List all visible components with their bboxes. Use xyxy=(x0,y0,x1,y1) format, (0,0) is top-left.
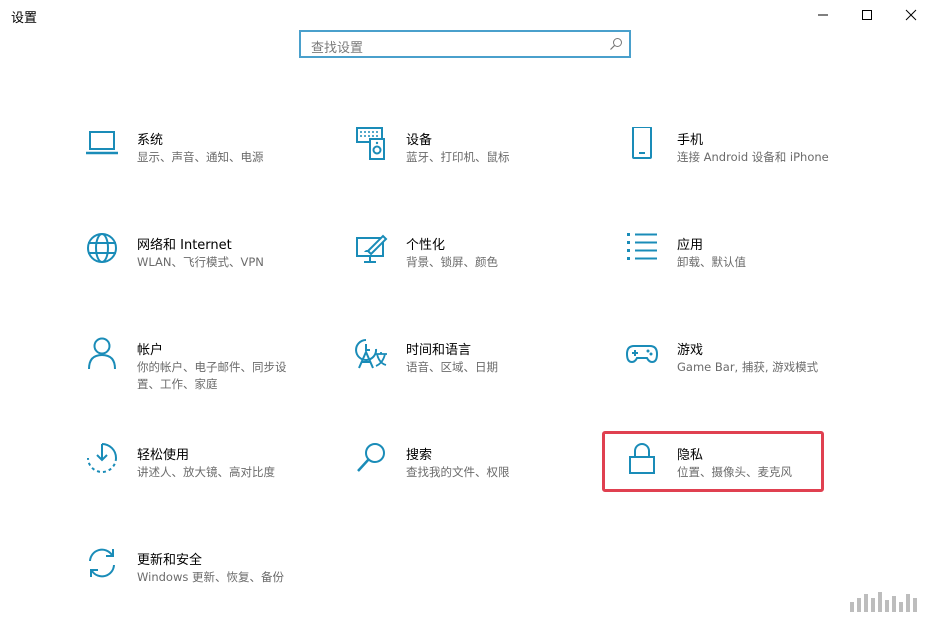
tile-ease-of-access[interactable]: 轻松使用 讲述人、放大镜、高对比度 xyxy=(86,442,326,512)
tile-name: 手机 xyxy=(677,133,704,148)
tile-desc: Game Bar, 捕获, 游戏模式 xyxy=(677,360,819,374)
ease-of-access-icon xyxy=(87,443,117,474)
tile-search[interactable]: 搜索 查找我的文件、权限 xyxy=(355,442,595,512)
tile-name: 更新和安全 xyxy=(137,553,203,568)
tile-desc: 你的帐户、电子邮件、同步设置、工作、家庭 xyxy=(137,360,287,391)
tile-desc: Windows 更新、恢复、备份 xyxy=(137,570,284,584)
personalization-icon xyxy=(356,234,388,263)
tile-desc: 显示、声音、通知、电源 xyxy=(137,150,264,164)
tile-desc: 蓝牙、打印机、鼠标 xyxy=(406,150,510,164)
tile-desc: 连接 Android 设备和 iPhone xyxy=(677,150,829,164)
tile-desc: 卸载、默认值 xyxy=(677,255,746,269)
tile-name: 系统 xyxy=(137,133,164,148)
tile-update-security[interactable]: 更新和安全 Windows 更新、恢复、备份 xyxy=(86,547,326,617)
tile-phone[interactable]: 手机 连接 Android 设备和 iPhone xyxy=(626,127,866,197)
globe-icon xyxy=(87,233,117,263)
tile-devices[interactable]: 设备 蓝牙、打印机、鼠标 xyxy=(355,127,595,197)
magnifier-icon xyxy=(357,443,385,472)
tile-personalization[interactable]: 个性化 背景、锁屏、颜色 xyxy=(355,232,595,302)
tile-apps[interactable]: 应用 卸载、默认值 xyxy=(626,232,866,302)
sync-icon xyxy=(89,548,115,578)
search-placeholder: 查找设置 xyxy=(311,41,364,56)
tile-name: 应用 xyxy=(677,238,704,253)
tile-network[interactable]: 网络和 Internet WLAN、飞行模式、VPN xyxy=(86,232,326,302)
maximize-button[interactable] xyxy=(844,0,890,30)
search-icon xyxy=(610,38,622,50)
close-button[interactable] xyxy=(888,0,931,30)
maximize-icon xyxy=(862,10,872,20)
laptop-icon xyxy=(86,131,118,155)
privacy-highlight-box xyxy=(602,431,824,492)
tile-name: 帐户 xyxy=(137,343,164,358)
tile-desc: 讲述人、放大镜、高对比度 xyxy=(137,465,275,479)
tile-accounts[interactable]: 帐户 你的帐户、电子邮件、同步设置、工作、家庭 xyxy=(86,337,326,407)
tile-time-language[interactable]: 时间和语言 语音、区域、日期 xyxy=(355,337,595,407)
tile-name: 游戏 xyxy=(677,343,704,358)
tile-name: 网络和 Internet xyxy=(137,238,232,253)
window-title: 设置 xyxy=(11,11,38,26)
gamepad-icon xyxy=(626,345,659,364)
tile-system[interactable]: 系统 显示、声音、通知、电源 xyxy=(86,127,326,197)
close-icon xyxy=(905,9,917,21)
tile-gaming[interactable]: 游戏 Game Bar, 捕获, 游戏模式 xyxy=(626,337,866,407)
tile-desc: WLAN、飞行模式、VPN xyxy=(137,255,264,269)
minimize-button[interactable] xyxy=(800,0,846,30)
time-language-icon xyxy=(355,339,387,369)
person-icon xyxy=(88,337,116,370)
tile-desc: 背景、锁屏、颜色 xyxy=(406,255,498,269)
search-input[interactable]: 查找设置 xyxy=(299,30,631,58)
tile-desc: 查找我的文件、权限 xyxy=(406,465,510,479)
devices-icon xyxy=(356,127,385,160)
phone-icon xyxy=(632,127,652,159)
tile-name: 个性化 xyxy=(406,238,446,253)
tile-name: 轻松使用 xyxy=(137,448,190,463)
tile-desc: 语音、区域、日期 xyxy=(406,360,498,374)
apps-list-icon xyxy=(627,233,657,260)
tile-name: 搜索 xyxy=(406,448,433,463)
tile-name: 时间和语言 xyxy=(406,343,472,358)
minimize-icon xyxy=(818,14,828,16)
tile-name: 设备 xyxy=(406,133,433,148)
watermark-logo xyxy=(850,592,917,612)
